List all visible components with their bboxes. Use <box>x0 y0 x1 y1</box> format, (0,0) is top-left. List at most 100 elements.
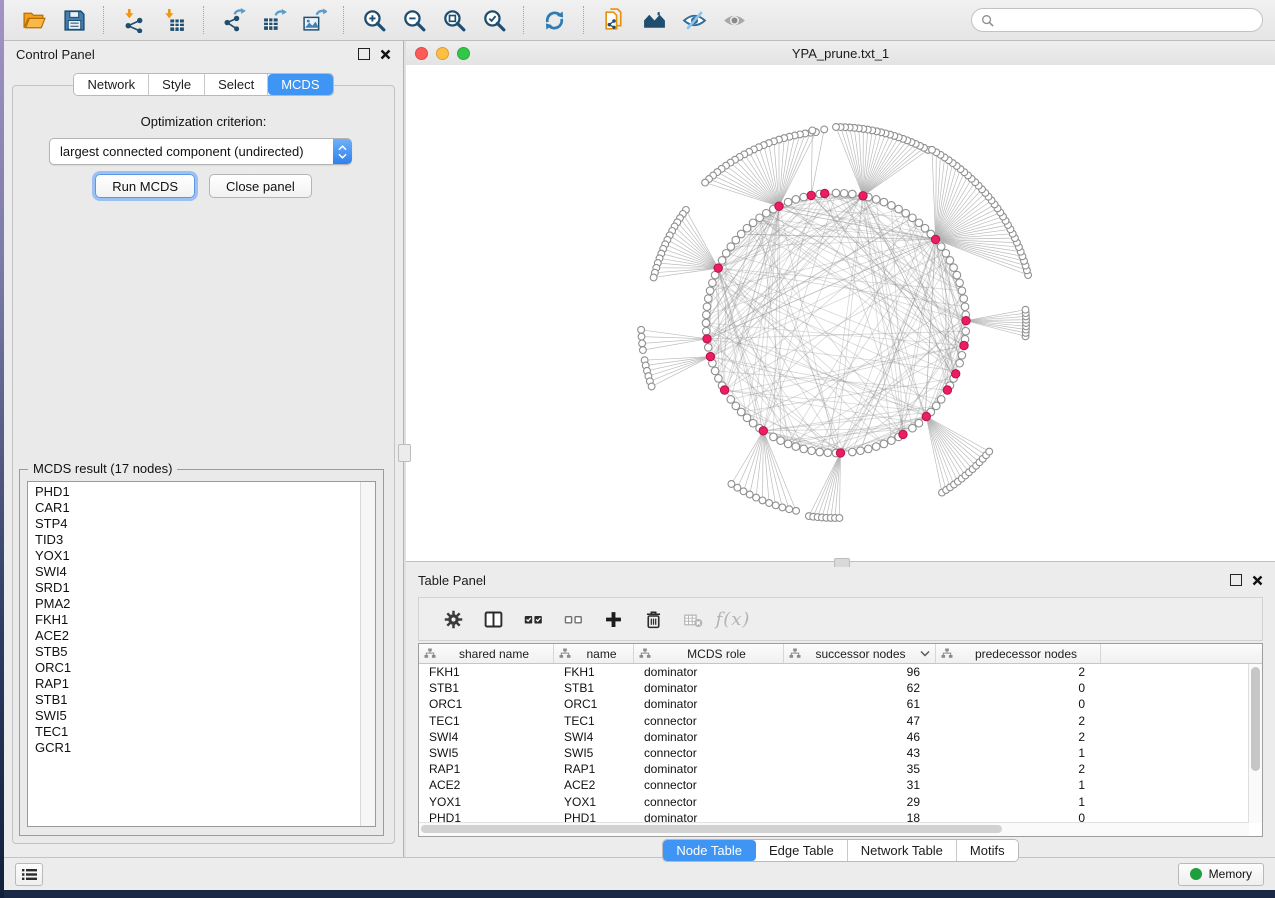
table-cell-shared_name[interactable]: FKH1 <box>419 665 554 679</box>
mcds-result-item[interactable]: STB5 <box>28 644 360 660</box>
function-builder-button[interactable]: f(x) <box>713 602 753 636</box>
mcds-result-item[interactable]: STB1 <box>28 692 360 708</box>
table-cell-predecessors[interactable]: 0 <box>936 681 1101 695</box>
table-cell-successors[interactable]: 47 <box>784 714 936 728</box>
table-cell-name[interactable]: ACE2 <box>554 778 634 792</box>
table-cell-shared_name[interactable]: ACE2 <box>419 778 554 792</box>
table-cell-role[interactable]: connector <box>634 778 784 792</box>
show-column-button[interactable] <box>473 602 513 636</box>
mcds-result-item[interactable]: ORC1 <box>28 660 360 676</box>
close-window-icon[interactable] <box>415 47 428 60</box>
tab-motifs[interactable]: Motifs <box>957 840 1018 861</box>
table-cell-predecessors[interactable]: 2 <box>936 714 1101 728</box>
table-cell-name[interactable]: RAP1 <box>554 762 634 776</box>
duplicate-network-button[interactable] <box>596 4 632 36</box>
column-header-predecessors[interactable]: predecessor nodes <box>936 644 1101 663</box>
select-all-button[interactable] <box>513 602 553 636</box>
mcds-result-item[interactable]: PHD1 <box>28 484 360 500</box>
mcds-result-item[interactable]: TID3 <box>28 532 360 548</box>
task-history-button[interactable] <box>15 863 43 886</box>
table-row[interactable]: ORC1ORC1dominator610 <box>419 696 1249 712</box>
table-row[interactable]: RAP1RAP1dominator352 <box>419 761 1249 777</box>
mcds-result-item[interactable]: PMA2 <box>28 596 360 612</box>
float-panel-icon[interactable] <box>358 48 370 60</box>
mcds-result-item[interactable]: CAR1 <box>28 500 360 516</box>
zoom-selected-button[interactable] <box>476 4 512 36</box>
scrollbar-thumb[interactable] <box>1251 667 1260 771</box>
table-row[interactable]: YOX1YOX1connector291 <box>419 794 1249 810</box>
search-input[interactable] <box>999 12 1253 28</box>
table-row[interactable]: PHD1PHD1dominator180 <box>419 810 1249 823</box>
table-cell-name[interactable]: SWI5 <box>554 746 634 760</box>
scrollbar-thumb[interactable] <box>421 825 1002 833</box>
run-mcds-button[interactable]: Run MCDS <box>95 174 195 198</box>
table-cell-successors[interactable]: 46 <box>784 730 936 744</box>
table-cell-name[interactable]: FKH1 <box>554 665 634 679</box>
table-cell-successors[interactable]: 29 <box>784 795 936 809</box>
refresh-view-button[interactable] <box>536 4 572 36</box>
table-row[interactable]: FKH1FKH1dominator962 <box>419 664 1249 680</box>
delete-rows-button[interactable] <box>633 602 673 636</box>
table-cell-role[interactable]: dominator <box>634 762 784 776</box>
show-home-button[interactable] <box>636 4 672 36</box>
mcds-result-item[interactable]: TEC1 <box>28 724 360 740</box>
close-table-panel-icon[interactable] <box>1252 575 1263 586</box>
column-header-role[interactable]: MCDS role <box>634 644 784 663</box>
table-row[interactable]: ACE2ACE2connector311 <box>419 777 1249 793</box>
mcds-result-item[interactable]: SRD1 <box>28 580 360 596</box>
import-network-button[interactable] <box>116 4 152 36</box>
mcds-result-item[interactable]: YOX1 <box>28 548 360 564</box>
table-cell-shared_name[interactable]: SWI5 <box>419 746 554 760</box>
mcds-result-item[interactable]: FKH1 <box>28 612 360 628</box>
table-cell-successors[interactable]: 96 <box>784 665 936 679</box>
table-cell-shared_name[interactable]: YOX1 <box>419 795 554 809</box>
zoom-in-button[interactable] <box>356 4 392 36</box>
mcds-list-scrollbar[interactable] <box>360 482 375 826</box>
table-vertical-scrollbar[interactable] <box>1248 664 1262 823</box>
delete-table-button[interactable] <box>673 602 713 636</box>
table-cell-predecessors[interactable]: 2 <box>936 665 1101 679</box>
table-cell-predecessors[interactable]: 0 <box>936 697 1101 711</box>
close-panel-button[interactable]: Close panel <box>209 174 312 198</box>
mcds-result-item[interactable]: STP4 <box>28 516 360 532</box>
table-row[interactable]: SWI4SWI4dominator462 <box>419 729 1249 745</box>
deselect-all-button[interactable] <box>553 602 593 636</box>
mcds-result-item[interactable]: SWI4 <box>28 564 360 580</box>
memory-button[interactable]: Memory <box>1178 863 1264 886</box>
table-cell-role[interactable]: dominator <box>634 730 784 744</box>
table-cell-successors[interactable]: 31 <box>784 778 936 792</box>
table-cell-role[interactable]: connector <box>634 795 784 809</box>
table-cell-role[interactable]: dominator <box>634 681 784 695</box>
table-cell-successors[interactable]: 43 <box>784 746 936 760</box>
table-settings-button[interactable] <box>433 602 473 636</box>
maximize-window-icon[interactable] <box>457 47 470 60</box>
tab-edge-table[interactable]: Edge Table <box>756 840 848 861</box>
minimize-window-icon[interactable] <box>436 47 449 60</box>
table-cell-shared_name[interactable]: SWI4 <box>419 730 554 744</box>
table-cell-predecessors[interactable]: 1 <box>936 795 1101 809</box>
table-cell-name[interactable]: YOX1 <box>554 795 634 809</box>
close-panel-icon[interactable] <box>380 49 391 60</box>
column-header-successors[interactable]: successor nodes <box>784 644 936 663</box>
table-cell-shared_name[interactable]: RAP1 <box>419 762 554 776</box>
table-row[interactable]: SWI5SWI5connector431 <box>419 745 1249 761</box>
mcds-result-item[interactable]: RAP1 <box>28 676 360 692</box>
tab-network[interactable]: Network <box>74 74 149 95</box>
table-cell-name[interactable]: ORC1 <box>554 697 634 711</box>
table-cell-role[interactable]: dominator <box>634 697 784 711</box>
table-cell-predecessors[interactable]: 2 <box>936 730 1101 744</box>
criterion-select[interactable]: largest connected component (undirected) <box>49 138 352 165</box>
table-cell-name[interactable]: STB1 <box>554 681 634 695</box>
hide-selected-button[interactable] <box>676 4 712 36</box>
search-field[interactable] <box>971 8 1263 32</box>
column-header-name[interactable]: name <box>554 644 634 663</box>
table-cell-name[interactable]: TEC1 <box>554 714 634 728</box>
table-cell-role[interactable]: connector <box>634 714 784 728</box>
float-table-panel-icon[interactable] <box>1230 574 1242 586</box>
tab-mcds[interactable]: MCDS <box>268 74 332 95</box>
export-table-button[interactable] <box>256 4 292 36</box>
show-hidden-button[interactable] <box>716 4 752 36</box>
table-cell-shared_name[interactable]: ORC1 <box>419 697 554 711</box>
zoom-out-button[interactable] <box>396 4 432 36</box>
table-horizontal-scrollbar[interactable] <box>419 822 1249 836</box>
